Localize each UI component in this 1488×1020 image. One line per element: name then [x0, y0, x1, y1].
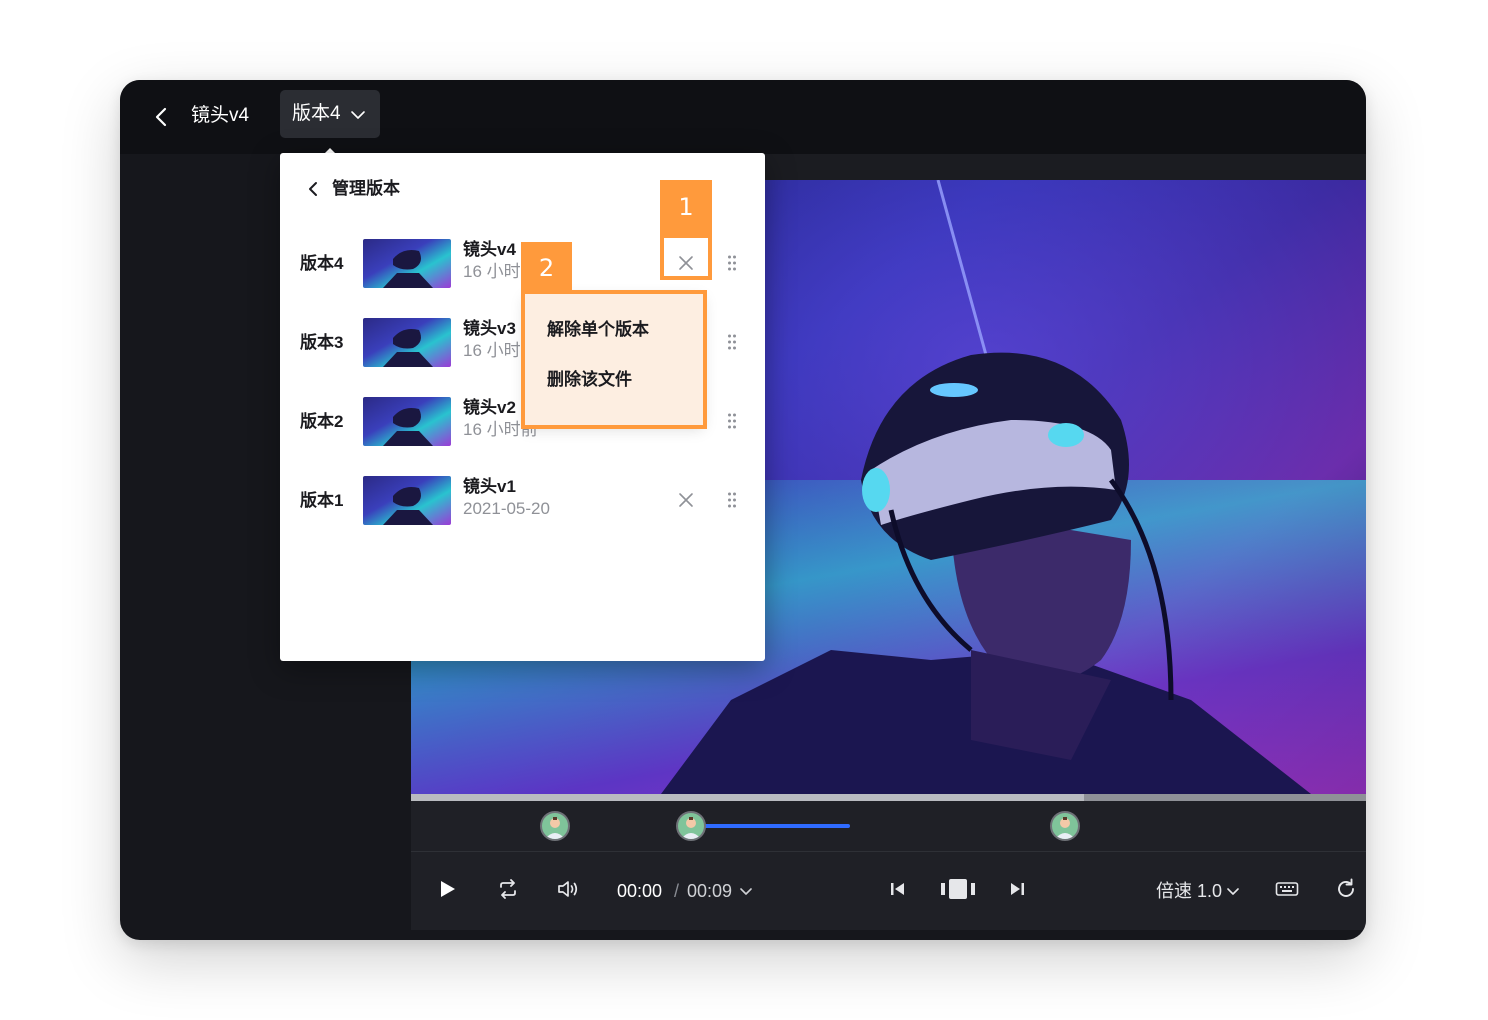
- version-label: 版本1: [300, 491, 344, 510]
- close-icon[interactable]: [678, 492, 694, 508]
- refresh-icon: [1338, 878, 1354, 897]
- drag-handle-icon[interactable]: [727, 491, 737, 509]
- version-selector-label: 版本4: [292, 103, 341, 124]
- volume-button[interactable]: [556, 878, 580, 900]
- callout-highlight-2: [521, 290, 707, 429]
- loop-icon: [500, 879, 516, 899]
- version-selector[interactable]: 版本4: [280, 90, 380, 138]
- skip-back-icon: [891, 883, 904, 895]
- next-frame-button[interactable]: [1008, 879, 1026, 899]
- playback-speed-selector[interactable]: 倍速 1.0: [1156, 880, 1222, 902]
- comment-track[interactable]: [411, 801, 1366, 851]
- panel-title: 管理版本: [332, 179, 400, 198]
- version-name: 镜头v3: [463, 319, 516, 338]
- playback-progress-bar[interactable]: [411, 794, 1366, 801]
- drag-handle-icon[interactable]: [727, 412, 737, 430]
- play-button[interactable]: [437, 879, 457, 899]
- version-time: 2021-05-20: [463, 499, 550, 518]
- chevron-down-icon[interactable]: [1226, 885, 1240, 899]
- comment-avatar[interactable]: [1050, 811, 1080, 841]
- version-time: 16 小时: [463, 341, 521, 360]
- version-name: 镜头v1: [463, 477, 516, 496]
- chevron-left-icon: [155, 107, 167, 127]
- version-thumbnail: [363, 239, 451, 288]
- version-name: 镜头v4: [463, 240, 516, 259]
- keyboard-icon: [1275, 882, 1299, 896]
- player-controls: 00:00 / 00:09 倍速 1.0: [411, 852, 1366, 930]
- file-title: 镜头v4: [191, 105, 250, 126]
- chevron-down-icon[interactable]: [739, 885, 753, 899]
- version-thumbnail: [363, 476, 451, 525]
- version-thumbnail: [363, 397, 451, 446]
- refresh-button[interactable]: [1335, 878, 1357, 900]
- total-time[interactable]: 00:09: [687, 880, 732, 902]
- back-button[interactable]: [148, 103, 176, 131]
- volume-icon: [558, 881, 578, 897]
- version-row[interactable]: 版本1 镜头v1 2021-05-20: [280, 472, 765, 534]
- playback-progress-fill: [411, 794, 1085, 801]
- drag-handle-icon[interactable]: [727, 254, 737, 272]
- callout-step-1: 1: [660, 180, 712, 234]
- version-name: 镜头v2: [463, 398, 516, 417]
- comment-avatar[interactable]: [676, 811, 706, 841]
- user-icon: [1055, 817, 1075, 839]
- frame-icon: [941, 879, 975, 899]
- frame-compare-button[interactable]: [940, 876, 976, 902]
- loop-button[interactable]: [497, 878, 519, 900]
- current-time: 00:00: [617, 881, 663, 901]
- comment-range-bar[interactable]: [692, 824, 851, 828]
- comment-avatar[interactable]: [540, 811, 570, 841]
- play-icon: [441, 881, 455, 897]
- user-icon: [681, 817, 701, 839]
- chevron-down-icon: [351, 111, 365, 119]
- time-separator: /: [674, 881, 680, 901]
- top-bar: 镜头v4 版本4: [120, 80, 1366, 155]
- version-label: 版本4: [300, 254, 344, 273]
- panel-back-button[interactable]: [304, 179, 324, 199]
- previous-frame-button[interactable]: [889, 879, 907, 899]
- skip-forward-icon: [1011, 883, 1024, 895]
- callout-highlight-1: [660, 234, 712, 280]
- user-icon: [545, 817, 565, 839]
- chevron-left-icon: [309, 182, 317, 196]
- version-label: 版本2: [300, 412, 344, 431]
- callout-step-2: 2: [521, 242, 572, 294]
- version-time: 16 小时: [463, 262, 521, 281]
- version-label: 版本3: [300, 333, 344, 352]
- version-thumbnail: [363, 318, 451, 367]
- keyboard-shortcuts-button[interactable]: [1275, 879, 1299, 899]
- drag-handle-icon[interactable]: [727, 333, 737, 351]
